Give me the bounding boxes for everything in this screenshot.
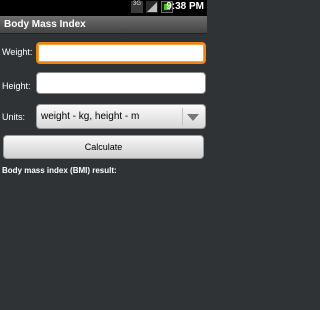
- units-label: Units:: [2, 112, 26, 122]
- 3g-icon: 3G: [131, 1, 143, 13]
- units-dropdown[interactable]: weight - kg, height - m: [36, 104, 206, 129]
- status-bar: 3G 9:38 PM: [0, 0, 207, 16]
- weight-input[interactable]: [36, 42, 206, 64]
- height-input[interactable]: [36, 72, 206, 94]
- units-selected-value: weight - kg, height - m: [41, 111, 140, 122]
- chevron-down-icon[interactable]: [187, 114, 199, 121]
- dropdown-divider: [182, 108, 183, 125]
- signal-icon: [146, 1, 158, 13]
- calculate-button[interactable]: Calculate: [3, 135, 204, 159]
- bmi-result-label: Body mass index (BMI) result:: [2, 166, 117, 175]
- status-time: 9:38 PM: [166, 1, 204, 12]
- title-bar: Body Mass Index: [0, 16, 207, 34]
- app-title: Body Mass Index: [4, 19, 86, 30]
- weight-label: Weight:: [2, 47, 33, 57]
- height-label: Height:: [2, 81, 31, 91]
